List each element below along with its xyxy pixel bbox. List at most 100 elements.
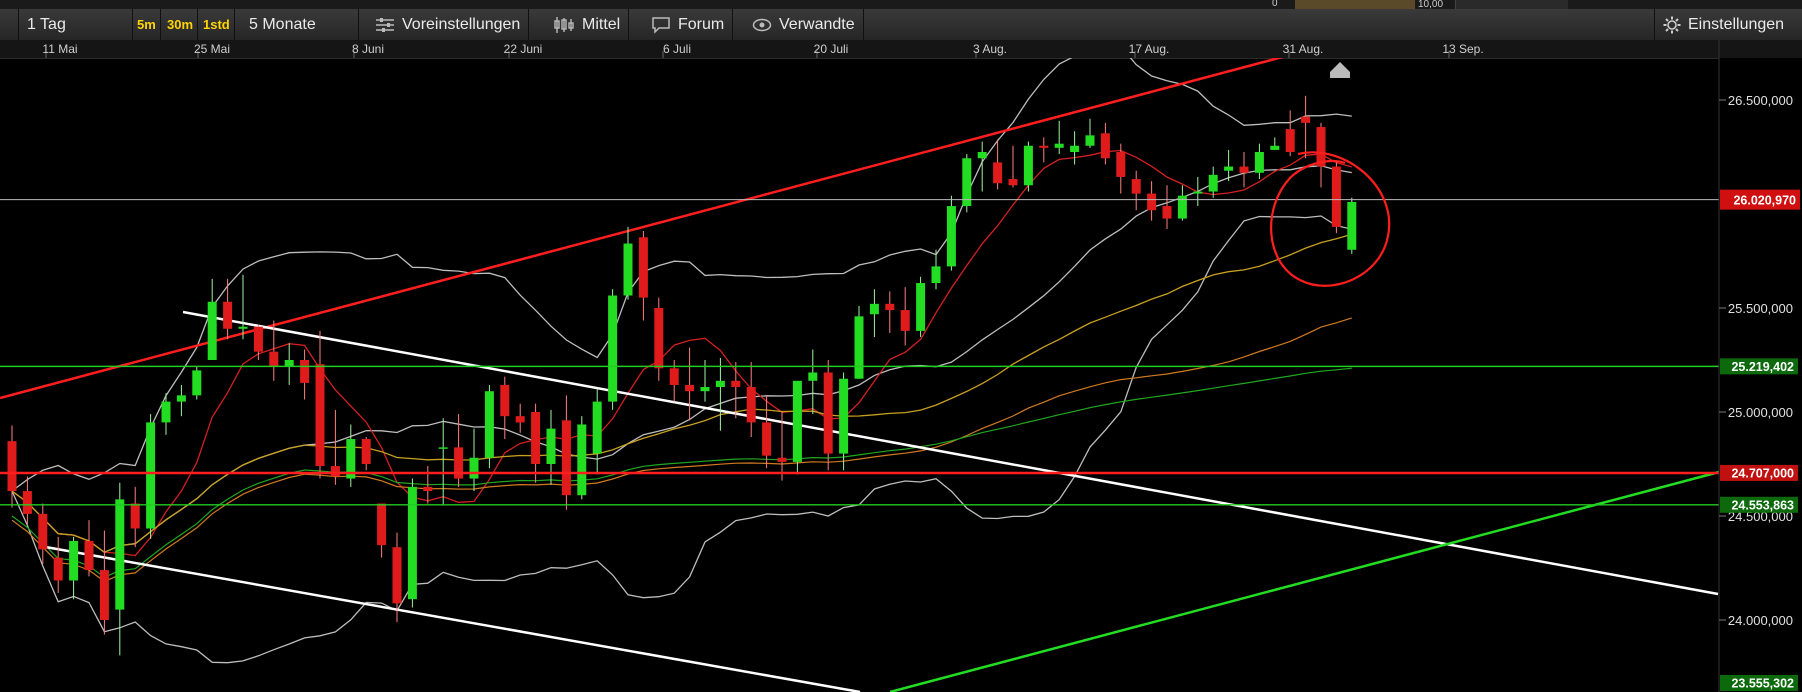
candle bbox=[839, 372, 849, 471]
current-price-label: 26.020,970 bbox=[1733, 194, 1796, 208]
sliders-icon bbox=[376, 17, 394, 32]
candle bbox=[130, 486, 140, 548]
candle-body bbox=[146, 422, 156, 529]
candle bbox=[1162, 185, 1172, 229]
candle-body bbox=[777, 457, 787, 462]
related-button[interactable]: Verwandte bbox=[744, 9, 864, 40]
candle-body bbox=[808, 372, 818, 381]
candle bbox=[762, 395, 772, 469]
speech-bubble-icon bbox=[652, 16, 670, 34]
candle-body bbox=[1162, 206, 1172, 219]
price-level-label: 24.553,863 bbox=[1731, 498, 1794, 512]
candle bbox=[715, 357, 725, 431]
candle-body bbox=[99, 570, 109, 620]
hand-drawn-circle bbox=[1270, 151, 1391, 287]
candle-body bbox=[1208, 174, 1218, 192]
scroll-marker-icon bbox=[1330, 62, 1350, 78]
x-tick-label: 6 Juli bbox=[663, 42, 691, 56]
candle-body bbox=[392, 547, 402, 604]
range-select[interactable]: 5 Monate bbox=[241, 9, 359, 40]
chart-style-label: Mittel bbox=[582, 16, 621, 33]
candle-body bbox=[1239, 166, 1249, 173]
y-tick-label: 26.500,000 bbox=[1728, 93, 1793, 108]
chart-style-button[interactable]: Mittel bbox=[545, 9, 630, 40]
candle-body bbox=[700, 387, 710, 392]
quick-5m-button[interactable]: 5m bbox=[133, 9, 161, 40]
candle-body bbox=[192, 370, 202, 396]
forum-button[interactable]: Forum bbox=[643, 9, 734, 40]
candle bbox=[869, 289, 879, 338]
candle-body bbox=[1285, 129, 1295, 152]
candle-body bbox=[669, 368, 679, 385]
candle bbox=[1193, 176, 1203, 207]
candle bbox=[38, 503, 48, 564]
y-tick-label: 25.500,000 bbox=[1728, 301, 1793, 316]
quick-1std-button[interactable]: 1std bbox=[199, 9, 235, 40]
candle-body bbox=[315, 364, 325, 467]
candle-body bbox=[839, 378, 849, 454]
presets-button[interactable]: Voreinstellungen bbox=[367, 9, 530, 40]
candle-body bbox=[377, 503, 387, 546]
quick-30m-button[interactable]: 30m bbox=[163, 9, 199, 40]
candle bbox=[962, 154, 972, 213]
candle bbox=[1239, 152, 1249, 188]
candle bbox=[1331, 162, 1341, 234]
candle bbox=[1039, 137, 1049, 163]
candle bbox=[53, 536, 63, 593]
candle bbox=[361, 436, 371, 471]
candle-body bbox=[962, 158, 972, 207]
candle bbox=[561, 395, 571, 510]
candle bbox=[99, 530, 109, 635]
candle-body bbox=[1270, 145, 1280, 150]
candle-body bbox=[176, 395, 186, 402]
candle-body bbox=[330, 466, 340, 477]
candle bbox=[515, 403, 525, 433]
presets-label: Voreinstellungen bbox=[402, 16, 521, 33]
settings-button[interactable]: Einstellungen bbox=[1654, 9, 1792, 40]
candle bbox=[438, 418, 448, 506]
candle bbox=[746, 362, 756, 437]
candle bbox=[115, 482, 125, 656]
y-tick-label: 25.000,000 bbox=[1728, 405, 1793, 420]
candle-body bbox=[531, 412, 541, 464]
related-label: Verwandte bbox=[779, 16, 855, 33]
candle bbox=[300, 349, 310, 400]
candle-body bbox=[1008, 179, 1018, 186]
candle-body bbox=[561, 420, 571, 496]
candle-body bbox=[238, 326, 248, 329]
price-chart[interactable]: 26.500,00025.500,00025.000,00024.500,000… bbox=[0, 58, 1802, 692]
candle-body bbox=[1301, 116, 1311, 123]
candle-body bbox=[361, 439, 371, 464]
candle bbox=[407, 478, 417, 608]
candle bbox=[207, 278, 217, 360]
candle bbox=[253, 324, 263, 360]
candle bbox=[1100, 122, 1110, 165]
candle bbox=[192, 366, 202, 400]
top-strip: 0 10,00 bbox=[0, 0, 1802, 10]
candle-body bbox=[7, 441, 17, 492]
candle bbox=[931, 249, 941, 290]
candle-body bbox=[269, 351, 279, 367]
candle bbox=[146, 414, 156, 539]
candle bbox=[993, 139, 1003, 190]
candle bbox=[638, 231, 648, 321]
eye-icon bbox=[752, 18, 772, 31]
candle-body bbox=[746, 387, 756, 423]
candle-body bbox=[207, 301, 217, 360]
candle bbox=[346, 424, 356, 487]
candle bbox=[1023, 141, 1033, 192]
candle bbox=[377, 503, 387, 558]
price-level-label: 24.707,000 bbox=[1731, 466, 1794, 480]
candle bbox=[654, 297, 664, 381]
forum-label: Forum bbox=[678, 16, 725, 33]
candle bbox=[1147, 181, 1157, 221]
candle bbox=[946, 195, 956, 271]
interval-select[interactable]: 1 Tag bbox=[18, 9, 133, 40]
candle-body bbox=[715, 380, 725, 388]
candle-body bbox=[1023, 145, 1033, 186]
candle-body bbox=[1054, 143, 1064, 148]
candle-body bbox=[484, 391, 494, 458]
x-tick-label: 11 Mai bbox=[42, 42, 77, 56]
candle-body bbox=[608, 295, 618, 402]
interval-label: 1 Tag bbox=[27, 16, 66, 33]
